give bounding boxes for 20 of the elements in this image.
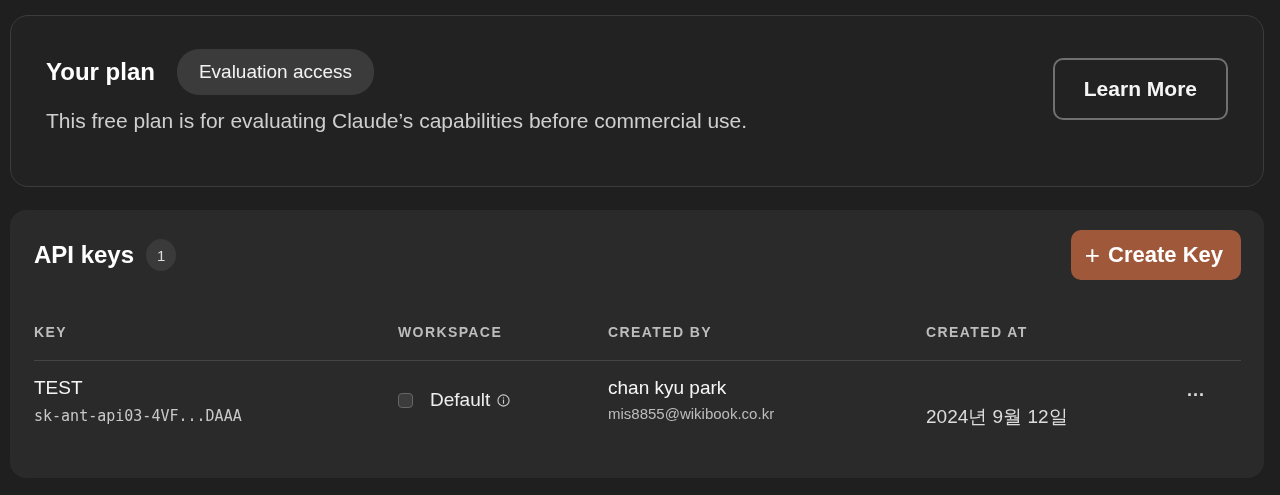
column-header: CREATED AT — [926, 324, 1187, 361]
plan-title: Your plan — [46, 58, 155, 86]
key-count-badge: 1 — [146, 239, 177, 271]
workspace-icon — [398, 392, 413, 408]
column-header: KEY — [34, 324, 398, 361]
info-icon[interactable] — [497, 393, 511, 407]
column-header: CREATED BY — [608, 324, 926, 361]
workspace-name: Default — [430, 389, 491, 411]
learn-more-button[interactable]: Learn More — [1052, 57, 1228, 120]
creator-email: mis8855@wikibook.co.kr — [608, 405, 776, 422]
column-header: WORKSPACE — [398, 324, 608, 361]
key-value: sk-ant-api03-4VF...DAAA — [34, 407, 243, 425]
key-name: TEST — [34, 377, 84, 399]
plan-badge: Evaluation access — [176, 49, 375, 95]
created-date: 2024년 9월 12일 — [926, 405, 1069, 429]
more-menu-button[interactable]: ··· — [1187, 385, 1241, 406]
creator-name: chan kyu park — [608, 377, 728, 399]
api-keys-title: API keys — [34, 241, 135, 269]
create-key-button[interactable]: + Create Key — [1070, 230, 1241, 280]
plan-description: This free plan is for evaluating Claude’s capabilities before commercial use. — [46, 109, 748, 133]
